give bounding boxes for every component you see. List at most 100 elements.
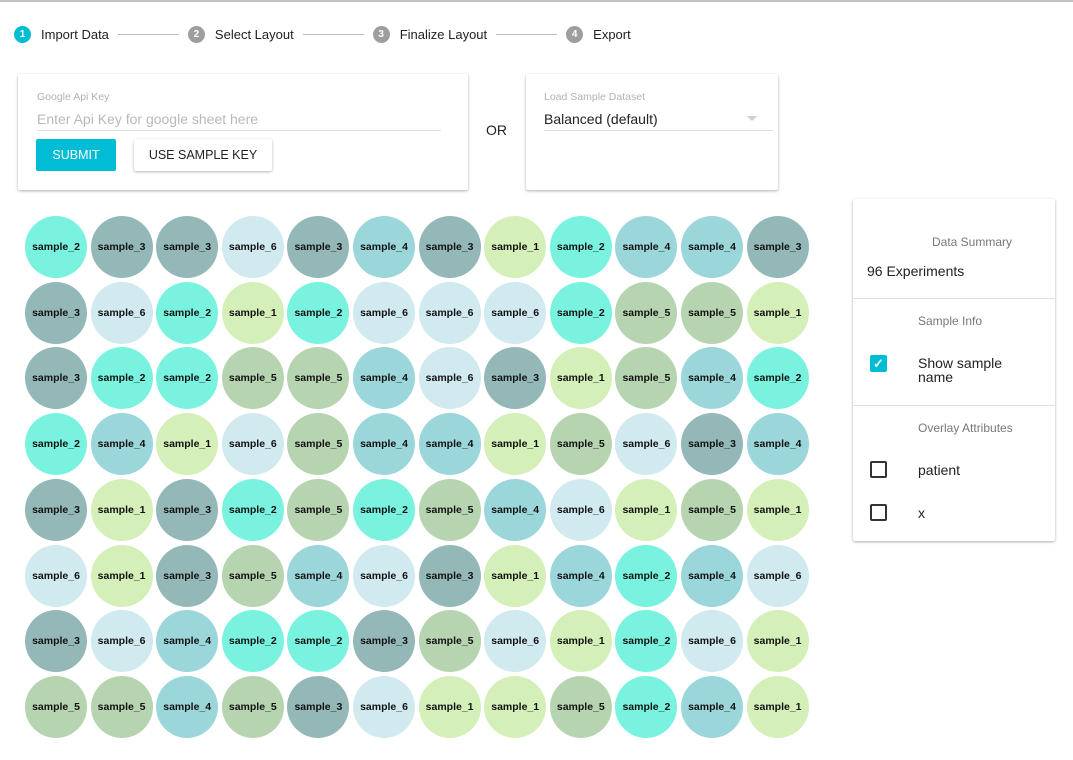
- plate-well[interactable]: sample_6: [418, 281, 481, 344]
- plate-well[interactable]: sample_3: [484, 347, 547, 410]
- plate-well[interactable]: sample_1: [221, 281, 284, 344]
- plate-well[interactable]: sample_2: [615, 675, 678, 738]
- plate-well[interactable]: sample_3: [156, 544, 219, 607]
- plate-well[interactable]: sample_6: [221, 413, 284, 476]
- plate-well[interactable]: sample_2: [287, 281, 350, 344]
- dataset-select[interactable]: Balanced (default): [544, 107, 773, 131]
- plate-well[interactable]: sample_6: [90, 610, 153, 673]
- plate-well[interactable]: sample_1: [746, 478, 809, 541]
- plate-well[interactable]: sample_4: [681, 675, 743, 738]
- plate-well[interactable]: sample_5: [25, 675, 87, 738]
- plate-well[interactable]: sample_1: [484, 216, 547, 278]
- plate-well[interactable]: sample_5: [418, 610, 481, 673]
- patient-checkbox[interactable]: [870, 461, 887, 478]
- plate-well[interactable]: sample_5: [90, 675, 153, 738]
- plate-well[interactable]: sample_4: [90, 413, 153, 476]
- plate-well[interactable]: sample_5: [221, 347, 284, 410]
- plate-well[interactable]: sample_6: [353, 281, 415, 344]
- plate-well[interactable]: sample_3: [353, 610, 415, 673]
- plate-well[interactable]: sample_1: [746, 281, 809, 344]
- plate-well[interactable]: sample_4: [484, 478, 547, 541]
- plate-well[interactable]: sample_6: [418, 347, 481, 410]
- plate-well[interactable]: sample_3: [681, 413, 743, 476]
- plate-well[interactable]: sample_4: [746, 413, 809, 476]
- plate-well[interactable]: sample_1: [90, 478, 153, 541]
- plate-well[interactable]: sample_5: [287, 413, 350, 476]
- x-checkbox[interactable]: [870, 504, 887, 521]
- plate-well[interactable]: sample_1: [615, 478, 678, 541]
- plate-well[interactable]: sample_6: [25, 544, 87, 607]
- plate-well[interactable]: sample_5: [221, 544, 284, 607]
- plate-well[interactable]: sample_2: [156, 347, 219, 410]
- plate-well[interactable]: sample_5: [287, 347, 350, 410]
- plate-well[interactable]: sample_2: [746, 347, 809, 410]
- plate-well[interactable]: sample_6: [681, 610, 743, 673]
- plate-well[interactable]: sample_2: [156, 281, 219, 344]
- plate-well[interactable]: sample_2: [549, 281, 612, 344]
- plate-well[interactable]: sample_3: [746, 216, 809, 278]
- plate-well[interactable]: sample_2: [90, 347, 153, 410]
- plate-well[interactable]: sample_2: [221, 610, 284, 673]
- plate-well[interactable]: sample_6: [353, 544, 415, 607]
- plate-well[interactable]: sample_3: [25, 478, 87, 541]
- plate-well[interactable]: sample_3: [156, 216, 219, 278]
- plate-well[interactable]: sample_3: [418, 216, 481, 278]
- plate-well[interactable]: sample_4: [353, 216, 415, 278]
- plate-well[interactable]: sample_4: [681, 347, 743, 410]
- plate-well[interactable]: sample_3: [25, 281, 87, 344]
- plate-well[interactable]: sample_4: [418, 413, 481, 476]
- step-export[interactable]: 4 Export: [566, 25, 631, 43]
- plate-well[interactable]: sample_4: [681, 544, 743, 607]
- plate-well[interactable]: sample_1: [484, 544, 547, 607]
- plate-well[interactable]: sample_6: [484, 610, 547, 673]
- plate-well[interactable]: sample_6: [353, 675, 415, 738]
- plate-well[interactable]: sample_6: [221, 216, 284, 278]
- step-select-layout[interactable]: 2 Select Layout: [187, 25, 294, 43]
- plate-well[interactable]: sample_4: [156, 610, 219, 673]
- plate-well[interactable]: sample_1: [746, 610, 809, 673]
- plate-well[interactable]: sample_5: [287, 478, 350, 541]
- plate-well[interactable]: sample_4: [353, 347, 415, 410]
- plate-well[interactable]: sample_4: [287, 544, 350, 607]
- plate-well[interactable]: sample_3: [418, 544, 481, 607]
- plate-well[interactable]: sample_2: [615, 610, 678, 673]
- plate-well[interactable]: sample_1: [484, 675, 547, 738]
- plate-well[interactable]: sample_6: [746, 544, 809, 607]
- api-key-input[interactable]: [37, 107, 441, 131]
- plate-well[interactable]: sample_4: [615, 216, 678, 278]
- plate-well[interactable]: sample_5: [681, 281, 743, 344]
- submit-button[interactable]: SUBMIT: [36, 139, 116, 171]
- plate-well[interactable]: sample_1: [549, 610, 612, 673]
- plate-well[interactable]: sample_3: [287, 216, 350, 278]
- plate-well[interactable]: sample_5: [615, 347, 678, 410]
- plate-well[interactable]: sample_4: [156, 675, 219, 738]
- plate-well[interactable]: sample_1: [418, 675, 481, 738]
- plate-well[interactable]: sample_1: [746, 675, 809, 738]
- plate-well[interactable]: sample_3: [25, 347, 87, 410]
- plate-well[interactable]: sample_2: [549, 216, 612, 278]
- plate-well[interactable]: sample_5: [549, 413, 612, 476]
- plate-well[interactable]: sample_6: [549, 478, 612, 541]
- plate-well[interactable]: sample_1: [549, 347, 612, 410]
- plate-well[interactable]: sample_3: [156, 478, 219, 541]
- plate-well[interactable]: sample_2: [287, 610, 350, 673]
- plate-well[interactable]: sample_4: [549, 544, 612, 607]
- plate-well[interactable]: sample_6: [484, 281, 547, 344]
- plate-well[interactable]: sample_3: [287, 675, 350, 738]
- plate-well[interactable]: sample_2: [615, 544, 678, 607]
- plate-well[interactable]: sample_5: [681, 478, 743, 541]
- plate-well[interactable]: sample_1: [484, 413, 547, 476]
- plate-well[interactable]: sample_2: [353, 478, 415, 541]
- plate-well[interactable]: sample_5: [221, 675, 284, 738]
- show-sample-name-checkbox[interactable]: ✓: [870, 355, 887, 372]
- plate-well[interactable]: sample_6: [90, 281, 153, 344]
- plate-well[interactable]: sample_5: [418, 478, 481, 541]
- plate-well[interactable]: sample_6: [615, 413, 678, 476]
- use-sample-key-button[interactable]: USE SAMPLE KEY: [134, 139, 272, 171]
- plate-well[interactable]: sample_4: [681, 216, 743, 278]
- plate-well[interactable]: sample_5: [549, 675, 612, 738]
- plate-well[interactable]: sample_2: [25, 413, 87, 476]
- plate-well[interactable]: sample_5: [615, 281, 678, 344]
- step-finalize-layout[interactable]: 3 Finalize Layout: [372, 25, 487, 43]
- plate-well[interactable]: sample_2: [25, 216, 87, 278]
